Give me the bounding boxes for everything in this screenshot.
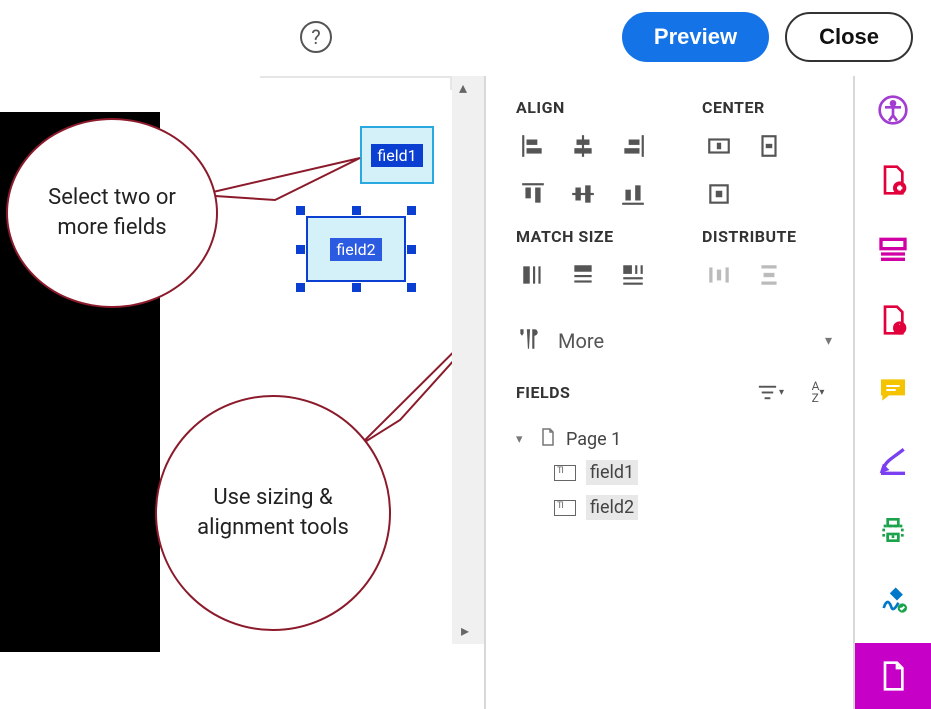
properties-panel: ALIGN MATCH SIZE CENTER [484,76,854,709]
callout-text: Select two or more fields [28,183,196,242]
chevron-down-icon: ▾ [516,432,530,447]
callout-select-fields: Select two or more fields [6,118,218,308]
tree-field-row[interactable]: field1 [554,455,832,490]
field-label: field1 [371,144,422,167]
top-toolbar: ? Preview Close [260,0,931,74]
callout-use-tools: Use sizing & alignment tools [155,395,391,631]
layout-icon[interactable] [873,230,913,270]
section-match-title: MATCH SIZE [516,227,662,246]
fields-section-title: FIELDS [516,383,736,402]
center-v-icon[interactable] [752,131,786,161]
fields-tree: ▾ Page 1 field1 field2 [516,424,832,525]
resize-handle[interactable] [296,283,305,292]
field-label: field2 [330,238,381,261]
center-h-icon[interactable] [702,131,736,161]
align-center-h-icon[interactable] [566,131,600,161]
help-button[interactable]: ? [300,21,332,53]
chevron-down-icon: ▾ [825,333,832,349]
print-icon[interactable] [873,510,913,550]
prepare-form-tool-active[interactable] [855,643,931,709]
page-icon [540,428,556,451]
close-button[interactable]: Close [785,12,913,62]
tree-page-row[interactable]: ▾ Page 1 [516,424,832,455]
scroll-up-icon[interactable]: ▴ [459,78,467,97]
tools-rail: i [853,76,931,709]
align-left-icon[interactable] [516,131,550,161]
textfield-icon [554,500,576,516]
textfield-icon [554,465,576,481]
accessibility-icon[interactable] [873,90,913,130]
expand-panel-icon[interactable]: ▸ [461,621,469,640]
preview-button[interactable]: Preview [622,12,769,62]
form-field-1[interactable]: field1 [360,126,434,184]
section-distribute-title: DISTRIBUTE [702,227,832,246]
resize-handle[interactable] [296,245,305,254]
sign-icon[interactable] [873,580,913,620]
tree-field-name: field2 [586,495,638,520]
align-right-icon[interactable] [616,131,650,161]
section-align-title: ALIGN [516,98,662,117]
pdf-info-icon[interactable]: i [873,300,913,340]
more-options[interactable]: More ▾ [516,326,832,356]
create-pdf-icon[interactable] [873,160,913,200]
more-label: More [558,329,604,353]
distribute-h-icon [702,260,736,290]
vertical-scrollbar[interactable]: ▴ ▸ [452,76,484,644]
filter-icon[interactable]: ▾ [756,380,784,404]
align-center-v-icon[interactable] [566,179,600,209]
edit-icon[interactable] [873,440,913,480]
match-height-icon[interactable] [566,260,600,290]
sort-az-icon[interactable]: AZ▾ [804,380,832,404]
comment-icon[interactable] [873,370,913,410]
distribute-v-icon [752,260,786,290]
page-label: Page 1 [566,429,621,450]
tools-icon [516,326,542,356]
align-top-icon[interactable] [516,179,550,209]
center-both-icon[interactable] [702,179,736,209]
align-bottom-icon[interactable] [616,179,650,209]
svg-text:i: i [898,322,901,335]
resize-handle[interactable] [407,206,416,215]
tree-field-name: field1 [586,460,638,485]
tree-field-row[interactable]: field2 [554,490,832,525]
resize-handle[interactable] [407,245,416,254]
match-both-icon[interactable] [616,260,650,290]
match-width-icon[interactable] [516,260,550,290]
callout-text: Use sizing & alignment tools [177,483,369,542]
section-center-title: CENTER [702,98,832,117]
